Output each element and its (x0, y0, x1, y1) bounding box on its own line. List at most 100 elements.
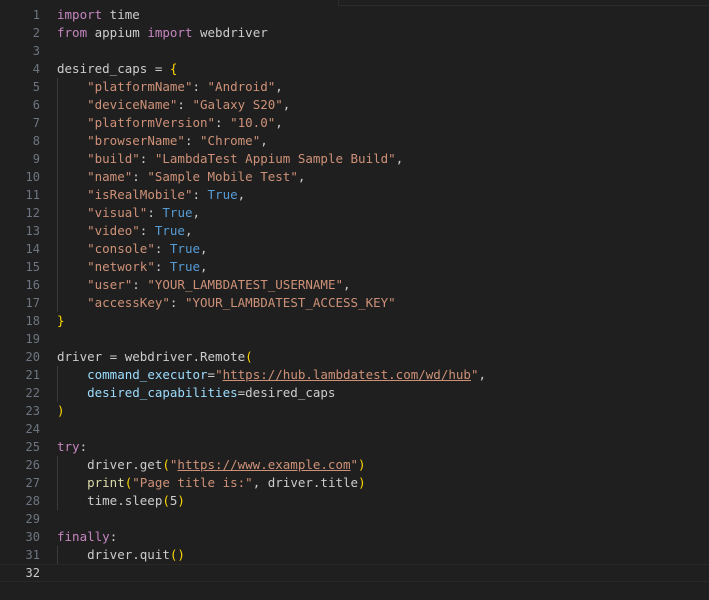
line-number: 18 (25, 314, 40, 328)
code-token: import (147, 25, 193, 40)
code-line[interactable]: "user": "YOUR_LAMBDATEST_USERNAME", (57, 276, 709, 294)
code-line[interactable]: "deviceName": "Galaxy S20", (57, 96, 709, 114)
code-token: "LambdaTest Appium Sample Build" (154, 151, 396, 166)
code-line[interactable]: "platformVersion": "10.0", (57, 114, 709, 132)
code-editor[interactable]: 1 2 3 4 5 6 7 8 9 10 11 12 13 14 15 16 17 18 19 20 21 22 23 24 2… (0, 0, 709, 600)
code-line[interactable]: try: (57, 438, 709, 456)
code-line[interactable]: desired_capabilities=desired_caps (57, 384, 709, 402)
code-token: ( (162, 493, 170, 508)
line-number: 27 (25, 476, 40, 490)
code-line[interactable]: finally: (57, 528, 709, 546)
code-line[interactable]: "network": True, (57, 258, 709, 276)
code-line[interactable]: "isRealMobile": True, (57, 186, 709, 204)
line-number: 13 (25, 224, 40, 238)
code-line[interactable]: "console": True, (57, 240, 709, 258)
code-token: "platformName" (87, 79, 193, 94)
line-number: 8 (32, 134, 40, 148)
code-line[interactable] (57, 42, 709, 60)
line-number: 6 (32, 98, 40, 112)
code-token: True (169, 259, 201, 274)
line-number: 2 (32, 26, 40, 40)
url-link[interactable]: https://www.example.com (177, 457, 350, 472)
code-token: ) (177, 493, 185, 508)
line-number: 25 (25, 440, 40, 454)
code-token: : (139, 151, 155, 166)
line-number: 29 (25, 512, 40, 526)
code-token: appium (87, 25, 148, 40)
code-token: : (177, 97, 193, 112)
code-line[interactable]: time.sleep(5) (57, 492, 709, 510)
code-line[interactable]: "platformName": "Android", (57, 78, 709, 96)
line-number: 23 (25, 404, 40, 418)
code-token: "isRealMobile" (87, 187, 193, 202)
code-token: True (169, 241, 201, 256)
code-token: : (132, 169, 148, 184)
code-token: from (57, 25, 88, 40)
code-line[interactable]: } (57, 312, 709, 330)
indent-guide (57, 456, 58, 510)
code-token: , (297, 169, 306, 184)
code-token: , driver.title (252, 475, 359, 490)
code-line[interactable]: "build": "LambdaTest Appium Sample Build… (57, 150, 709, 168)
code-token: : (154, 259, 170, 274)
code-line[interactable]: driver = webdriver.Remote( (57, 348, 709, 366)
code-token: "visual" (87, 205, 148, 220)
code-token: ) (358, 457, 366, 472)
line-number: 20 (25, 350, 40, 364)
code-line[interactable]: "browserName": "Chrome", (57, 132, 709, 150)
code-token: "accessKey" (87, 295, 170, 310)
code-token: , (478, 367, 487, 382)
code-line[interactable]: ) (57, 402, 709, 420)
code-line[interactable] (57, 510, 709, 528)
line-number: 24 (25, 422, 40, 436)
code-token: driver = webdriver.Remote (57, 349, 246, 364)
code-token: try (57, 439, 80, 454)
code-line[interactable]: desired_caps = { (57, 60, 709, 78)
code-line[interactable]: "accessKey": "YOUR_LAMBDATEST_ACCESS_KEY… (57, 294, 709, 312)
code-line[interactable]: "video": True, (57, 222, 709, 240)
code-token: : (139, 223, 155, 238)
url-link[interactable]: https://hub.lambdatest.com/wd/hub (223, 367, 471, 382)
indent-guide (57, 78, 58, 312)
code-token: ( (245, 349, 253, 364)
indent-guide (57, 366, 58, 402)
code-token: "Chrome" (200, 133, 261, 148)
code-token: { (169, 61, 178, 76)
code-line[interactable] (57, 420, 709, 438)
code-token: ) (177, 547, 185, 562)
code-token: " (215, 367, 223, 382)
code-token: : (192, 79, 208, 94)
code-line[interactable]: driver.quit() (57, 546, 709, 564)
code-token: "user" (87, 277, 133, 292)
code-line[interactable]: print("Page title is:", driver.title) (57, 474, 709, 492)
code-token: driver.get (57, 457, 163, 472)
code-line[interactable]: "name": "Sample Mobile Test", (57, 168, 709, 186)
code-line[interactable] (0, 564, 709, 582)
code-line[interactable]: from appium import webdriver (57, 24, 709, 42)
code-token: "10.0" (230, 115, 276, 130)
code-line[interactable]: "visual": True, (57, 204, 709, 222)
code-token: "build" (87, 151, 140, 166)
code-token: , (192, 205, 201, 220)
code-token: = (207, 367, 216, 382)
code-token: , (395, 151, 404, 166)
code-token: : (169, 295, 185, 310)
code-line[interactable]: command_executor="https://hub.lambdatest… (57, 366, 709, 384)
code-token: : (154, 241, 170, 256)
code-line[interactable]: driver.get("https://www.example.com") (57, 456, 709, 474)
code-line[interactable] (57, 330, 709, 348)
code-token: : (184, 133, 201, 148)
line-number: 26 (25, 458, 40, 472)
code-token: True (162, 205, 193, 220)
code-token: ) (57, 403, 65, 418)
code-area[interactable]: import time from appium import webdriver … (0, 6, 709, 582)
code-token: True (154, 223, 185, 238)
code-line[interactable]: import time (57, 6, 709, 24)
